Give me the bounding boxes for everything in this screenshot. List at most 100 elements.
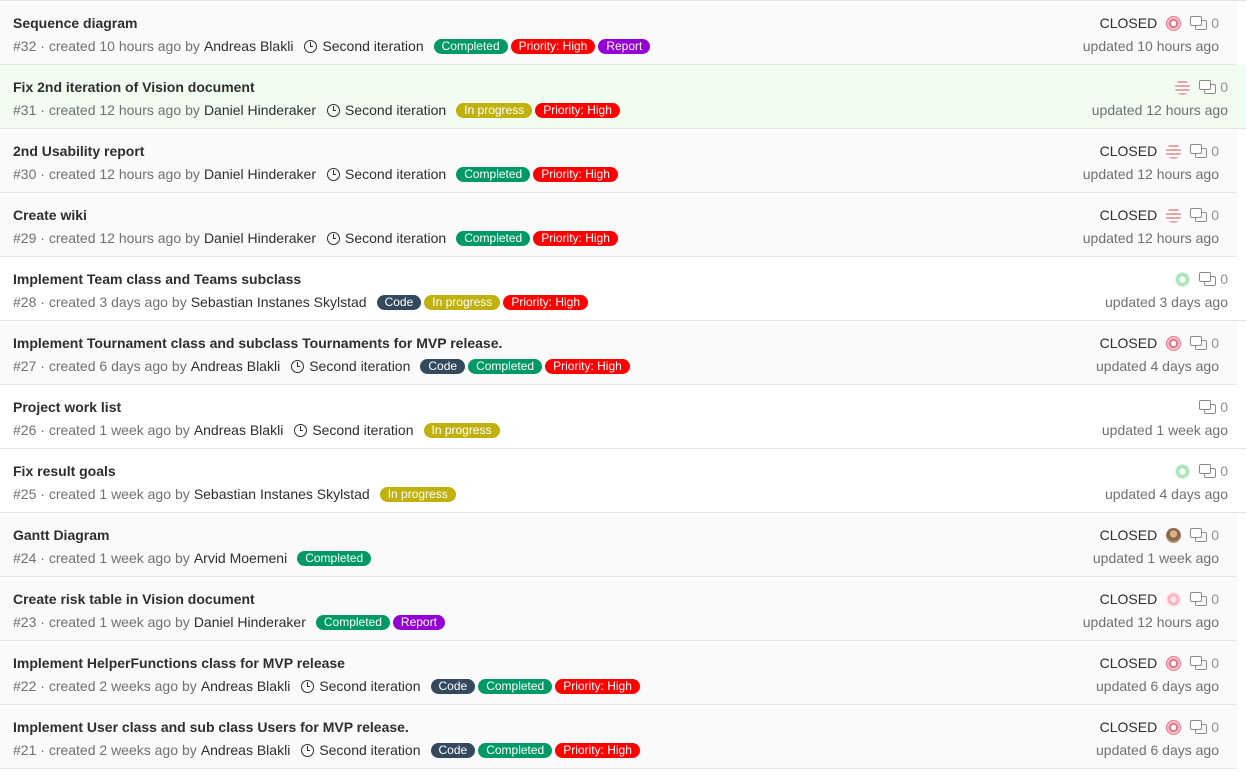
comments-link[interactable]: 0 [1190,655,1219,671]
issue-label[interactable]: Code [376,294,422,310]
issue-author[interactable]: Andreas Blakli [201,742,291,758]
comments-link[interactable]: 0 [1199,463,1228,479]
assignee-avatar[interactable] [1166,719,1182,735]
issue-title[interactable]: Gantt Diagram [13,527,109,543]
milestone-link[interactable]: Second iteration [327,102,446,118]
milestone-link[interactable]: Second iteration [304,38,424,54]
issue-row[interactable]: Sequence diagram #32 · created 10 hours a… [0,1,1237,65]
issue-author[interactable]: Daniel Hinderaker [204,230,316,246]
comments-link[interactable]: 0 [1190,15,1219,31]
issue-row[interactable]: Implement HelperFunctions class for MVP … [0,641,1237,705]
issue-label[interactable]: Completed [315,614,390,630]
issue-label[interactable]: Priority: High [503,294,588,310]
issue-label[interactable]: Completed [478,742,553,758]
issue-status-area: 0 [1175,79,1228,95]
comments-link[interactable]: 0 [1190,207,1219,223]
issue-author[interactable]: Andreas Blakli [201,678,291,694]
issue-title[interactable]: 2nd Usability report [13,143,144,159]
issue-title[interactable]: Implement Tournament class and subclass … [13,335,502,351]
comments-link[interactable]: 0 [1190,719,1219,735]
issue-row[interactable]: Create wiki #29 · created 12 hours ago by D… [0,193,1237,257]
issue-author[interactable]: Sebastian Instanes Skylstad [194,486,370,502]
issue-label[interactable]: Priority: High [545,358,630,374]
issue-label[interactable]: Priority: High [533,230,618,246]
assignee-avatar[interactable] [1166,655,1182,671]
assignee-avatar[interactable] [1175,271,1191,287]
milestone-link[interactable]: Second iteration [327,166,446,182]
issue-label[interactable]: Completed [468,358,543,374]
issue-label[interactable]: In progress [379,486,456,502]
issue-label[interactable]: Completed [456,166,531,182]
issue-row[interactable]: 2nd Usability report #30 · created 12 hou… [0,129,1237,193]
comments-link[interactable]: 0 [1199,79,1228,95]
assignee-avatar[interactable] [1175,463,1191,479]
issue-label[interactable]: Priority: High [510,38,596,54]
assignee-avatar[interactable] [1175,79,1191,95]
issue-title[interactable]: Sequence diagram [13,15,138,31]
issue-label[interactable]: Report [598,38,651,54]
issue-label[interactable]: Priority: High [555,678,640,694]
issue-label[interactable]: Completed [433,38,508,54]
clock-icon [301,679,315,693]
issue-updated: updated 1 week ago [1101,422,1228,438]
issue-label[interactable]: Code [430,678,476,694]
issue-title[interactable]: Implement Team class and Teams subclass [13,271,301,287]
issue-meta: #24 · created 1 week ago by Arvid Moemeni C… [13,550,372,566]
assignee-avatar[interactable] [1166,591,1182,607]
issue-labels: In progress Priority: High [456,102,620,118]
assignee-avatar[interactable] [1166,15,1182,31]
comments-link[interactable]: 0 [1190,527,1219,543]
issue-author[interactable]: Andreas Blakli [194,422,284,438]
issue-title[interactable]: Project work list [13,399,121,415]
comments-link[interactable]: 0 [1199,399,1228,415]
assignee-avatar[interactable] [1166,335,1182,351]
issue-title[interactable]: Fix result goals [13,463,116,479]
issue-author[interactable]: Andreas Blakli [191,358,281,374]
issue-author[interactable]: Sebastian Instanes Skylstad [191,294,367,310]
milestone-link[interactable]: Second iteration [301,678,421,694]
issue-label[interactable]: Priority: High [533,166,618,182]
issue-status-area: CLOSED 0 [1100,591,1219,607]
comments-link[interactable]: 0 [1190,335,1219,351]
issue-title[interactable]: Fix 2nd iteration of Vision document [13,79,255,95]
issue-label[interactable]: Completed [297,550,372,566]
milestone-link[interactable]: Second iteration [301,742,421,758]
issue-author[interactable]: Arvid Moemeni [194,550,287,566]
issue-label[interactable]: Priority: High [535,102,620,118]
issue-row[interactable]: Implement Tournament class and subclass … [0,321,1237,385]
issue-title[interactable]: Create wiki [13,207,87,223]
issue-label[interactable]: Priority: High [555,742,640,758]
issue-row[interactable]: Implement User class and sub class Users… [0,705,1237,769]
milestone-link[interactable]: Second iteration [291,358,410,374]
issue-label[interactable]: In progress [423,422,500,438]
issue-title[interactable]: Implement User class and sub class Users… [13,719,409,735]
issue-title[interactable]: Create risk table in Vision document [13,591,255,607]
issue-row[interactable]: Gantt Diagram #24 · created 1 week ago by A… [0,513,1237,577]
issue-label[interactable]: Completed [456,230,531,246]
issue-row[interactable]: Implement Team class and Teams subclass #… [0,257,1246,321]
assignee-avatar[interactable] [1166,143,1182,159]
issue-row[interactable]: Create risk table in Vision document #23 … [0,577,1237,641]
issue-label[interactable]: Code [420,358,466,374]
issue-author[interactable]: Daniel Hinderaker [204,102,316,118]
comments-link[interactable]: 0 [1190,143,1219,159]
comments-link[interactable]: 0 [1190,591,1219,607]
issue-author[interactable]: Andreas Blakli [204,38,294,54]
assignee-avatar[interactable] [1166,207,1182,223]
issue-label[interactable]: In progress [456,102,533,118]
issue-label[interactable]: Completed [478,678,553,694]
milestone-link[interactable]: Second iteration [294,422,414,438]
issue-row[interactable]: Fix result goals #25 · created 1 week ago… [0,449,1246,513]
comments-link[interactable]: 0 [1199,271,1228,287]
issue-label[interactable]: In progress [424,294,501,310]
issue-row[interactable]: Fix 2nd iteration of Vision document #31 … [0,65,1246,129]
issue-label[interactable]: Code [430,742,476,758]
issue-title[interactable]: Implement HelperFunctions class for MVP … [13,655,345,671]
assignee-avatar[interactable] [1166,527,1182,543]
issue-by: by [185,38,200,54]
issue-author[interactable]: Daniel Hinderaker [194,614,306,630]
issue-label[interactable]: Report [392,614,445,630]
issue-row[interactable]: Project work list #26 · created 1 week ag… [0,385,1246,449]
issue-author[interactable]: Daniel Hinderaker [204,166,316,182]
milestone-link[interactable]: Second iteration [327,230,446,246]
